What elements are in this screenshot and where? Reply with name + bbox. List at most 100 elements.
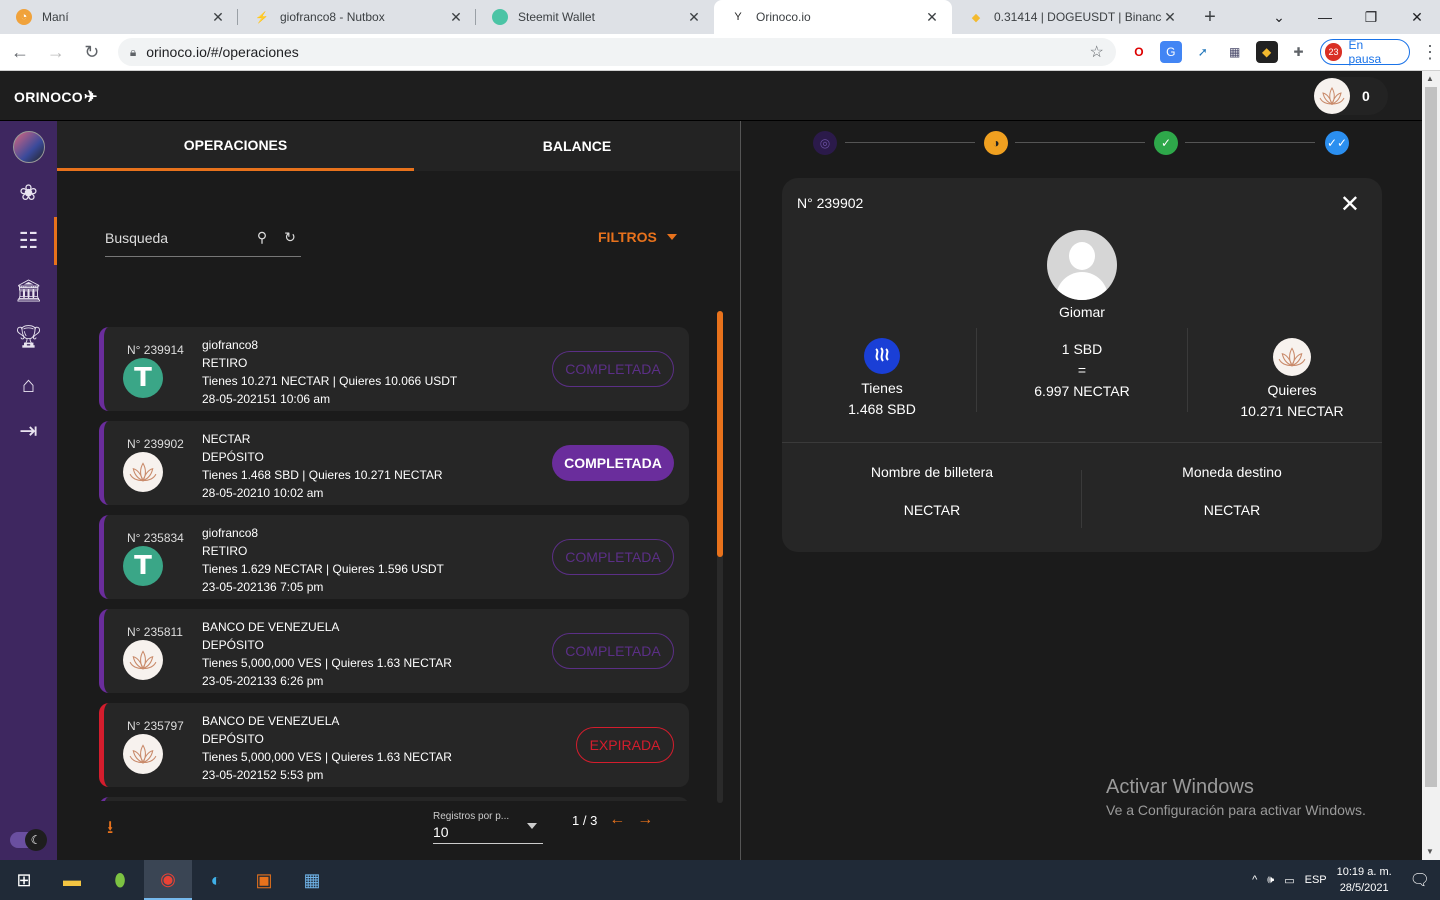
browser-tab[interactable]: Steemit Wallet ✕ bbox=[476, 0, 714, 34]
scroll-down-icon[interactable]: ▼ bbox=[1426, 847, 1434, 856]
logout-icon: ⇥ bbox=[19, 418, 38, 443]
minimize-icon[interactable]: — bbox=[1302, 0, 1348, 34]
operation-info: giofranco8 RETIRO Tienes 10.271 NECTAR |… bbox=[202, 336, 457, 408]
browser-tab-active[interactable]: Y Orinoco.io ✕ bbox=[714, 0, 952, 34]
close-tab-icon[interactable]: ✕ bbox=[1162, 9, 1178, 26]
edge-icon[interactable]: ◐ bbox=[192, 860, 240, 900]
mani-icon: ◔ bbox=[16, 9, 32, 25]
list-scrollbar-thumb[interactable] bbox=[717, 311, 723, 557]
status-badge[interactable]: COMPLETADA bbox=[552, 633, 674, 669]
sidebar-item-lotus[interactable]: ❀ bbox=[0, 173, 57, 213]
orinoco-logo[interactable]: ORINOCO✈ bbox=[14, 87, 98, 107]
bank-icon: 🏛︎ bbox=[14, 278, 43, 303]
operation-card[interactable]: N° 235834 T giofranco8 RETIRO Tienes 1.6… bbox=[99, 515, 689, 599]
close-window-icon[interactable]: ✕ bbox=[1394, 0, 1440, 34]
operation-number: N° 235834 bbox=[127, 531, 184, 545]
restore-icon[interactable]: ❐ bbox=[1348, 0, 1394, 34]
tab-balance[interactable]: BALANCE bbox=[414, 121, 740, 171]
lotus-icon bbox=[123, 452, 163, 492]
browser-tab[interactable]: ◆ 0.31414 | DOGEUSDT | Binance S ✕ bbox=[952, 0, 1190, 34]
office-app-icon[interactable]: ▣ bbox=[240, 860, 288, 900]
search-field[interactable]: Busqueda ⚲ ↻ bbox=[105, 219, 301, 257]
rows-per-page-select[interactable]: Registros por p... 10 bbox=[433, 811, 543, 844]
rate-column: 1 SBD = 6.997 NECTAR bbox=[982, 339, 1182, 402]
wallet-name-section: Nombre de billetera NECTAR bbox=[782, 464, 1082, 518]
sidebar-item-trophy[interactable]: 🏆︎ bbox=[0, 317, 57, 357]
status-badge[interactable]: COMPLETADA bbox=[552, 539, 674, 575]
wallet-extension-icon[interactable]: ◆ bbox=[1255, 41, 1278, 63]
notifications-icon[interactable]: 🗨︎ bbox=[1410, 870, 1430, 890]
browser-tab[interactable]: ⚡ giofranco8 - Nutbox ✕ bbox=[238, 0, 476, 34]
scroll-up-icon[interactable]: ▲ bbox=[1426, 74, 1434, 83]
status-badge[interactable]: COMPLETADA bbox=[552, 445, 674, 481]
download-icon[interactable]: ⭳ bbox=[107, 815, 113, 845]
url-input[interactable]: 🔒︎ orinoco.io/#/operaciones ☆ bbox=[117, 38, 1116, 66]
close-icon[interactable]: ✕ bbox=[1340, 190, 1360, 219]
forward-icon[interactable]: → bbox=[40, 36, 72, 68]
lock-icon[interactable]: 🔒︎ bbox=[130, 45, 136, 60]
bolt-extension-icon[interactable]: ➚ bbox=[1192, 41, 1214, 63]
calculator-icon[interactable]: ▦ bbox=[288, 860, 336, 900]
operation-card[interactable]: N° 239902 NECTAR DEPÓSITO Tienes 1.468 S… bbox=[99, 421, 689, 505]
page-scrollbar-thumb[interactable] bbox=[1425, 87, 1437, 787]
operation-info: giofranco8 RETIRO Tienes 1.629 NECTAR | … bbox=[202, 524, 444, 596]
translate-extension-icon[interactable]: G bbox=[1159, 41, 1182, 63]
operation-card[interactable]: N° 239914 T giofranco8 RETIRO Tienes 10.… bbox=[99, 327, 689, 411]
clock[interactable]: 10:19 a. m. 28/5/2021 bbox=[1337, 864, 1392, 896]
browser-menu-icon[interactable]: ⋮ bbox=[1420, 42, 1440, 63]
close-tab-icon[interactable]: ✕ bbox=[448, 9, 464, 26]
opera-extension-icon[interactable]: O bbox=[1128, 41, 1150, 63]
bookmark-star-icon[interactable]: ☆ bbox=[1090, 42, 1104, 62]
tray-chevron-icon[interactable]: ^ bbox=[1252, 874, 1257, 886]
back-icon[interactable]: ← bbox=[4, 36, 36, 68]
sidebar-item-operations[interactable]: ☷ bbox=[0, 221, 57, 261]
reload-icon[interactable]: ↻ bbox=[76, 36, 108, 68]
user-menu[interactable]: 0 bbox=[1314, 77, 1388, 115]
search-icon[interactable]: ⚲ bbox=[251, 229, 273, 246]
avocado-app-icon[interactable]: ⬮ bbox=[96, 860, 144, 900]
new-tab-button[interactable]: + bbox=[1190, 0, 1230, 34]
operation-card[interactable]: N° 235811 BANCO DE VENEZUELA DEPÓSITO Ti… bbox=[99, 609, 689, 693]
filters-button[interactable]: FILTROS bbox=[598, 229, 677, 245]
moon-icon: ☾ bbox=[25, 829, 47, 851]
operation-date: 23-05-202152 5:53 pm bbox=[202, 768, 324, 782]
puzzle-extensions-icon[interactable]: ✚ bbox=[1288, 41, 1310, 63]
page-scrollbar[interactable]: ▲ ▼ bbox=[1422, 71, 1440, 860]
close-tab-icon[interactable]: ✕ bbox=[210, 9, 226, 26]
file-explorer-icon[interactable]: ▬ bbox=[48, 860, 96, 900]
app: ORINOCO✈ 0 ❀ ☷ 🏛︎ 🏆︎ ⌂ ⇥ ☾ OPERACIONES B… bbox=[0, 71, 1440, 860]
chrome-icon[interactable]: ◉ bbox=[144, 860, 192, 900]
tab-search-icon[interactable]: ⌄ bbox=[1256, 0, 1302, 34]
usdt-icon: T bbox=[123, 358, 163, 398]
usdt-icon: T bbox=[123, 546, 163, 586]
status-badge[interactable]: COMPLETADA bbox=[552, 351, 674, 387]
windows-start-icon[interactable]: ⊞ bbox=[0, 860, 48, 900]
tab-operaciones[interactable]: OPERACIONES bbox=[57, 121, 414, 171]
user-avatar bbox=[1047, 230, 1117, 300]
network-icon[interactable]: ▭ bbox=[1284, 874, 1294, 887]
chart-extension-icon[interactable]: ▦ bbox=[1224, 41, 1246, 63]
prev-page-icon[interactable]: ← bbox=[609, 811, 625, 829]
want-label: Quieres bbox=[1267, 382, 1317, 398]
dest-currency-label: Moneda destino bbox=[1182, 464, 1282, 480]
volume-icon[interactable]: 🕪︎ bbox=[1267, 874, 1274, 887]
next-page-icon[interactable]: → bbox=[637, 811, 653, 829]
dark-mode-toggle[interactable]: ☾ bbox=[10, 829, 47, 851]
profile-avatar: 23 bbox=[1324, 43, 1343, 61]
browser-tab-title: 0.31414 | DOGEUSDT | Binance S bbox=[994, 10, 1162, 24]
sidebar-item-logout[interactable]: ⇥ bbox=[0, 411, 57, 451]
language-indicator[interactable]: ESP bbox=[1305, 874, 1327, 886]
operation-card[interactable]: N° 235797 BANCO DE VENEZUELA DEPÓSITO Ti… bbox=[99, 703, 689, 787]
close-tab-icon[interactable]: ✕ bbox=[924, 9, 940, 26]
sidebar-item-bank[interactable]: 🏛︎ bbox=[0, 271, 57, 311]
sidebar-item-store[interactable]: ⌂ bbox=[0, 365, 57, 405]
status-badge[interactable]: EXPIRADA bbox=[576, 727, 674, 763]
sidebar-avatar[interactable] bbox=[0, 127, 57, 167]
close-tab-icon[interactable]: ✕ bbox=[686, 9, 702, 26]
profile-paused-button[interactable]: 23 En pausa bbox=[1319, 38, 1411, 66]
search-input[interactable]: Busqueda bbox=[105, 230, 245, 246]
operation-type: RETIRO bbox=[202, 356, 248, 370]
detail-user-name: Giomar bbox=[1059, 304, 1105, 320]
refresh-icon[interactable]: ↻ bbox=[279, 229, 301, 246]
browser-tab[interactable]: ◔ Maní ✕ bbox=[0, 0, 238, 34]
